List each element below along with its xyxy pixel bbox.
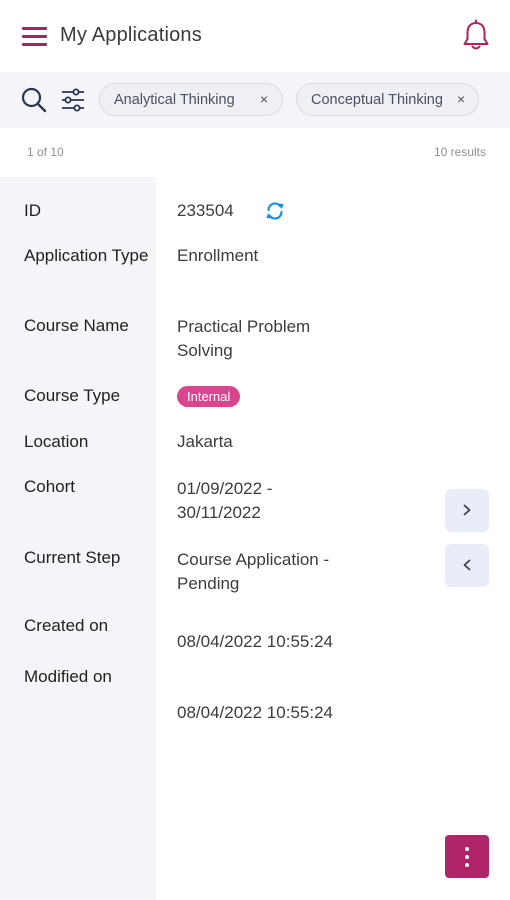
application-type-value: Enrollment [177,246,259,265]
current-step-value: Course Application - Pending [177,550,330,593]
course-name-value: Practical Problem Solving [177,317,311,360]
sliders-icon[interactable] [60,87,86,113]
id-value: 233504 [177,201,234,220]
course-name-label: Course Name [24,316,129,335]
close-icon[interactable]: × [260,91,268,107]
close-icon[interactable]: × [457,91,465,107]
next-record-button[interactable] [445,489,489,532]
filter-bar: Analytical Thinking × Conceptual Thinkin… [0,72,510,128]
chip-label: Analytical Thinking [114,92,235,108]
page-indicator: 1 of 10 [27,145,64,159]
cohort-label: Cohort [24,477,76,496]
course-type-badge: Internal [177,386,241,407]
location-value: Jakarta [177,432,233,451]
modified-on-label: Modified on [24,667,112,686]
id-label: ID [24,201,41,220]
application-type-label: Application Type [24,246,149,265]
app-header: My Applications [0,0,510,72]
created-on-value: 08/04/2022 10:55:24 [177,632,333,651]
current-step-label: Current Step [24,548,121,567]
chip-label: Conceptual Thinking [311,92,443,108]
location-label: Location [24,432,89,451]
chevron-right-icon [463,504,471,516]
search-icon[interactable] [20,86,48,114]
refresh-icon[interactable] [264,200,286,222]
modified-on-value: 08/04/2022 10:55:24 [177,703,333,722]
more-vertical-icon [465,847,469,851]
filter-chip-conceptual-thinking[interactable]: Conceptual Thinking × [296,83,479,116]
hamburger-menu-icon[interactable] [22,24,47,48]
more-actions-button[interactable] [445,835,489,878]
page-title: My Applications [60,24,202,46]
course-type-label: Course Type [24,386,121,405]
chevron-left-icon [463,559,471,571]
label-column [0,177,156,900]
cohort-value: 01/09/2022 - 30/11/2022 [177,479,273,522]
results-count: 10 results [433,145,486,159]
bell-icon[interactable] [460,19,492,53]
previous-record-button[interactable] [445,544,489,587]
filter-chip-analytical-thinking[interactable]: Analytical Thinking × [99,83,283,116]
created-on-label: Created on [24,616,109,635]
